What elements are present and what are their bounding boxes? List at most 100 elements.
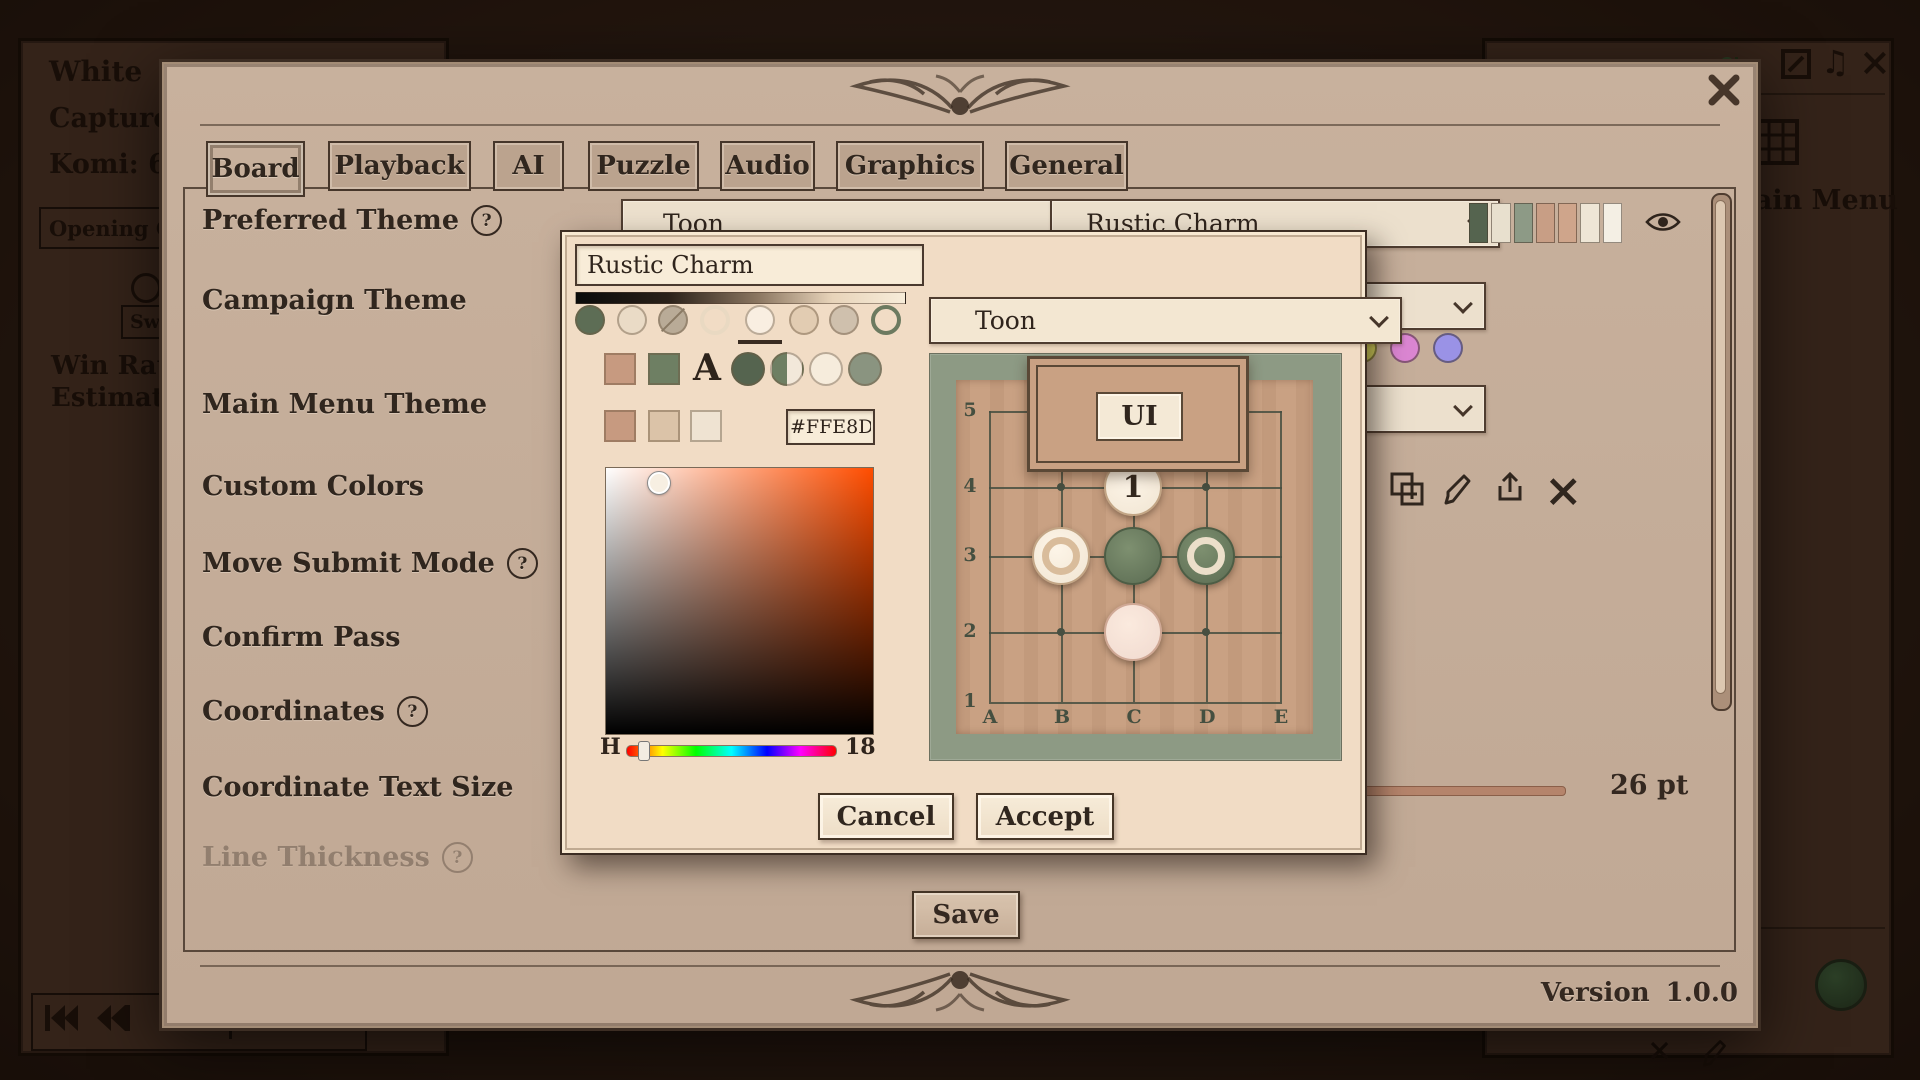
stone-ring: [1042, 537, 1080, 575]
shade-swatch[interactable]: [690, 410, 722, 442]
star-point: [1057, 483, 1065, 491]
eye-icon[interactable]: [1644, 208, 1682, 236]
export-icon[interactable]: [1493, 471, 1527, 505]
delete-icon[interactable]: ×: [1544, 463, 1583, 517]
hue-slider-thumb[interactable]: [638, 741, 650, 761]
help-icon: ?: [442, 842, 473, 873]
setting-line-thickness: Line Thickness ?: [202, 842, 473, 873]
theme-swatch[interactable]: [617, 305, 647, 335]
star-point: [1202, 628, 1210, 636]
theme-swatch-selected[interactable]: [745, 305, 775, 335]
close-button[interactable]: [1704, 70, 1744, 114]
element-swatch-stone-gray[interactable]: [848, 352, 882, 386]
tab-playback[interactable]: Playback: [328, 141, 471, 191]
stone-white-ringed: [1032, 527, 1090, 585]
settings-scrollbar-thumb[interactable]: [1715, 200, 1726, 694]
theme-palette-preview: [1469, 203, 1622, 243]
row-coordinate: 3: [962, 544, 978, 566]
duplicate-icon[interactable]: [1389, 471, 1425, 507]
setting-label: Line Thickness: [202, 842, 430, 873]
palette-chip: [1469, 203, 1488, 243]
ornament-top: [800, 68, 1120, 124]
ui-preview-label: UI: [1096, 392, 1183, 441]
tab-puzzle[interactable]: Puzzle: [588, 141, 699, 191]
setting-preferred-theme: Preferred Theme ?: [202, 205, 502, 236]
sv-picker-cursor[interactable]: [648, 472, 670, 494]
tab-audio[interactable]: Audio: [720, 141, 815, 191]
element-swatch-board[interactable]: [604, 353, 636, 385]
hex-color-input[interactable]: [786, 409, 875, 445]
setting-main-menu-theme: Main Menu Theme: [202, 389, 487, 420]
row-coordinate: 1: [962, 690, 978, 712]
element-swatch-stone-light[interactable]: [809, 352, 843, 386]
theme-swatch[interactable]: [700, 305, 730, 335]
setting-coordinate-text-size: Coordinate Text Size: [202, 772, 513, 803]
setting-label: Move Submit Mode: [202, 548, 495, 579]
settings-scrollbar[interactable]: [1711, 193, 1732, 711]
setting-campaign-theme: Campaign Theme: [202, 285, 467, 316]
theme-swatch[interactable]: [575, 305, 605, 335]
style-dropdown[interactable]: Toon: [929, 297, 1402, 344]
version-text: Version 1.0.0: [1541, 978, 1738, 1008]
edit-pencil-icon[interactable]: [1440, 471, 1474, 505]
help-icon[interactable]: ?: [471, 205, 502, 236]
row-coordinate: 5: [962, 399, 978, 421]
stone-pink: [1104, 603, 1162, 661]
chevron-down-icon: [1453, 294, 1473, 314]
shade-swatch[interactable]: [648, 410, 680, 442]
palette-chip: [1536, 203, 1555, 243]
setting-label: Custom Colors: [202, 471, 424, 502]
shade-swatch[interactable]: [604, 410, 636, 442]
chevron-down-icon: [1369, 308, 1389, 328]
col-coordinate: B: [1054, 706, 1070, 728]
help-icon[interactable]: ?: [397, 696, 428, 727]
setting-move-submit-mode: Move Submit Mode ?: [202, 548, 538, 579]
board-grid-line: [989, 702, 1282, 704]
setting-label: Confirm Pass: [202, 622, 400, 653]
setting-label: Main Menu Theme: [202, 389, 487, 420]
board-preview: 5 4 3 2 1 A B C D E 1 UI: [929, 353, 1342, 761]
color-dot[interactable]: [1433, 333, 1463, 363]
setting-label: Preferred Theme: [202, 205, 459, 236]
element-swatch-frame[interactable]: [648, 353, 680, 385]
help-icon[interactable]: ?: [507, 548, 538, 579]
element-swatch-stone-split[interactable]: [770, 352, 804, 386]
palette-chip: [1603, 203, 1622, 243]
row-coordinate: 2: [962, 620, 978, 642]
tab-playback-label: Playback: [334, 151, 464, 181]
tab-general[interactable]: General: [1005, 141, 1128, 191]
element-swatch-stone-dark[interactable]: [731, 352, 765, 386]
ui-theme-preview: UI: [1027, 356, 1249, 472]
setting-confirm-pass: Confirm Pass: [202, 622, 400, 653]
palette-chip: [1558, 203, 1577, 243]
theme-swatch[interactable]: [789, 305, 819, 335]
theme-swatch[interactable]: [871, 305, 901, 335]
swatch-selection-underline: [738, 340, 782, 344]
theme-swatch[interactable]: [829, 305, 859, 335]
star-point: [1057, 628, 1065, 636]
save-button[interactable]: Save: [912, 891, 1020, 939]
tab-board[interactable]: Board: [206, 141, 305, 197]
tab-graphics[interactable]: Graphics: [836, 141, 984, 191]
screen: White Captures: Komi: 6 Opening G Sw Win…: [0, 0, 1920, 1080]
style-dropdown-value: Toon: [975, 306, 1036, 335]
theme-swatch[interactable]: [658, 305, 688, 335]
tab-ai[interactable]: AI: [493, 141, 564, 191]
cancel-button[interactable]: Cancel: [818, 793, 954, 840]
chevron-down-icon: [1453, 397, 1473, 417]
tab-audio-label: Audio: [725, 151, 809, 181]
hue-slider[interactable]: [626, 745, 837, 757]
tab-ai-label: AI: [512, 151, 544, 181]
palette-chip: [1514, 203, 1533, 243]
accept-button[interactable]: Accept: [976, 793, 1114, 840]
element-swatch-text[interactable]: A: [692, 347, 722, 389]
palette-chip: [1580, 203, 1599, 243]
star-point: [1202, 483, 1210, 491]
setting-label: Campaign Theme: [202, 285, 467, 316]
saturation-value-picker[interactable]: [605, 467, 874, 735]
palette-chip: [1491, 203, 1510, 243]
save-button-label: Save: [932, 900, 999, 930]
top-rule: [200, 124, 1720, 126]
theme-name-input[interactable]: [575, 244, 924, 286]
version-label: Version: [1541, 978, 1650, 1008]
